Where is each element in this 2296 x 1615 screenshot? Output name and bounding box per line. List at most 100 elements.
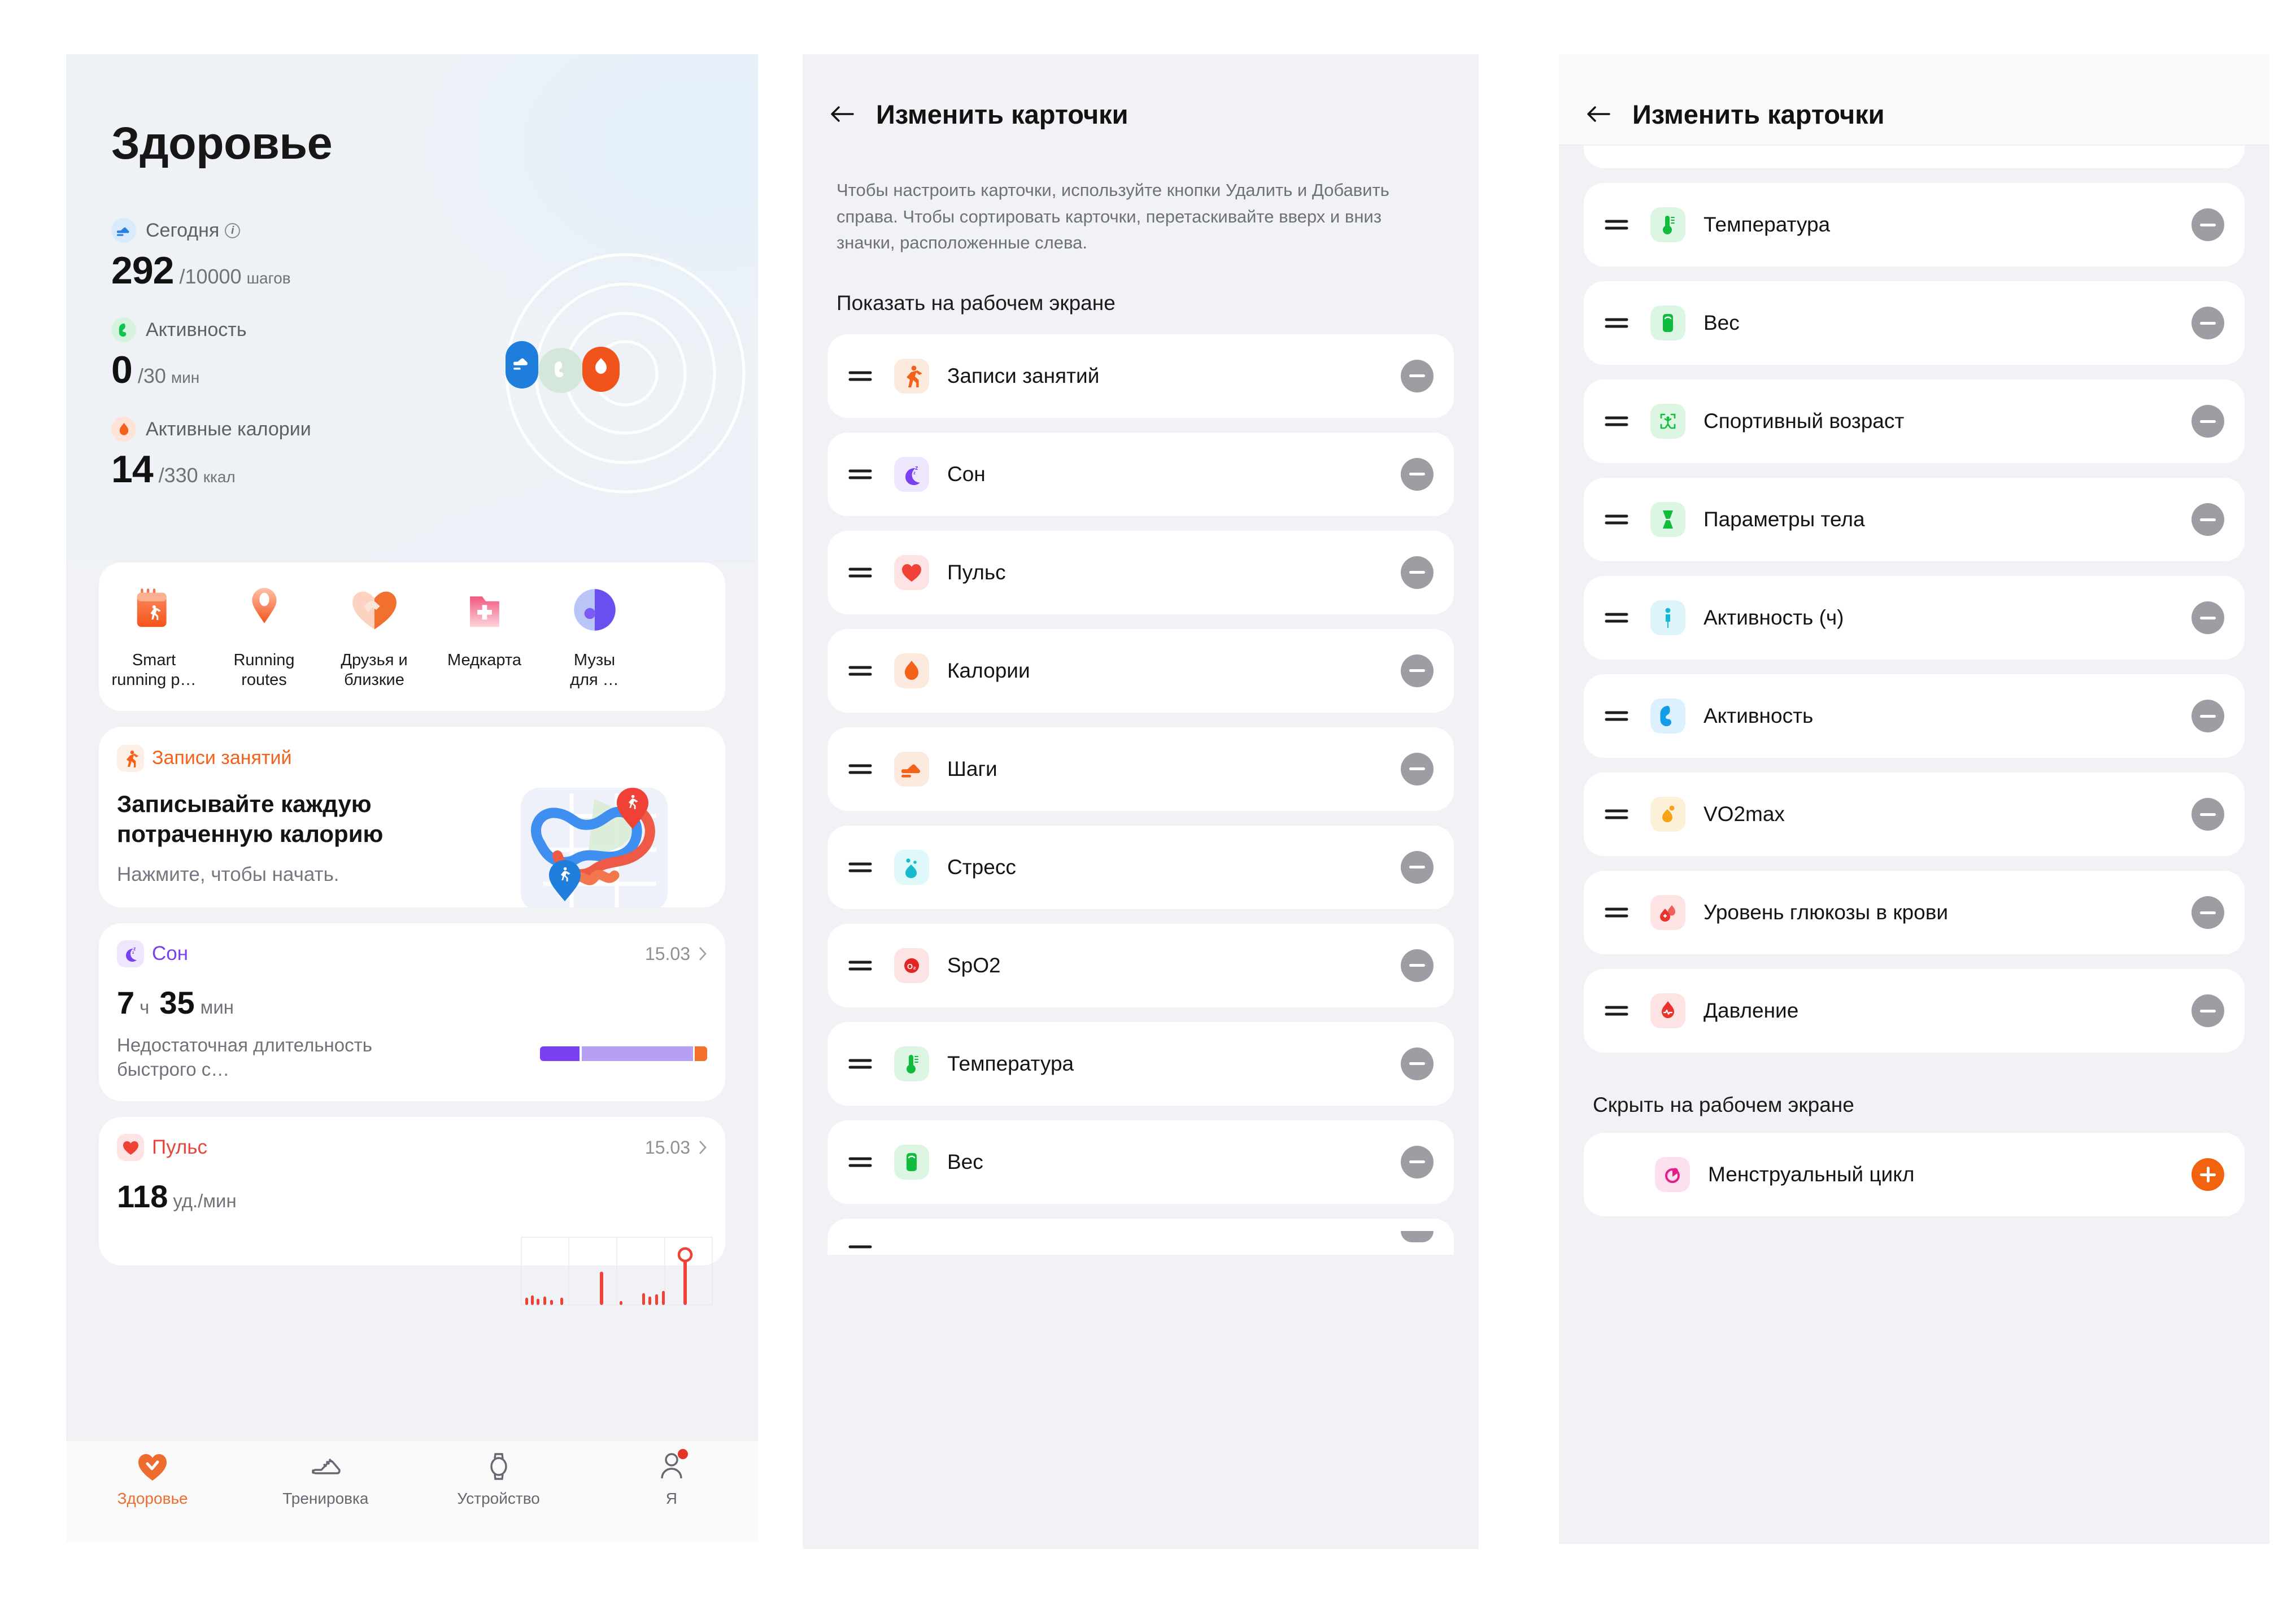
shortcut-music[interactable]: Музы для … (539, 579, 650, 691)
drag-handle-icon[interactable] (846, 1147, 875, 1177)
page-title: Изменить карточки (876, 99, 1129, 129)
drag-handle-icon[interactable] (846, 656, 875, 686)
nav-item-me[interactable]: Я (585, 1449, 758, 1508)
card-row-label: Активность (1704, 704, 1814, 727)
drag-handle-icon[interactable] (846, 558, 875, 587)
remove-card-button[interactable] (2192, 994, 2224, 1027)
nav-item-workout[interactable]: Тренировка (239, 1449, 412, 1508)
remove-card-button[interactable] (2192, 208, 2224, 241)
drag-handle-icon[interactable] (846, 460, 875, 489)
metric-unit-steps: шагов (246, 269, 291, 287)
drag-handle-icon[interactable] (846, 853, 875, 882)
card-row-menstrual-cycle[interactable]: Менструальный цикл (1584, 1133, 2245, 1216)
drag-handle-icon[interactable] (1602, 603, 1631, 632)
metric-unit-activity: мин (171, 369, 200, 386)
remove-card-button[interactable] (1401, 1047, 1434, 1080)
card-row-blood-glucose[interactable]: Уровень глюкозы в крови (1584, 871, 2245, 954)
remove-card-button[interactable] (2192, 896, 2224, 929)
metric-goal-activity: /30 (137, 364, 166, 387)
runner-icon (117, 744, 144, 772)
drag-handle-icon[interactable] (1602, 800, 1631, 829)
metric-activity[interactable]: Активность 0 /30 мин (111, 317, 311, 392)
card-row-label: Сон (947, 462, 986, 486)
edit-cards-header: Изменить карточки (1559, 54, 2269, 145)
card-row-partial-next[interactable] (827, 1218, 1454, 1255)
remove-card-button[interactable] (1401, 1230, 1434, 1242)
remove-card-button[interactable] (1401, 752, 1434, 785)
card-row-activity-hours[interactable]: Активность (ч) (1584, 576, 2245, 660)
remove-card-button[interactable] (1401, 850, 1434, 884)
back-arrow-icon[interactable] (827, 99, 857, 129)
remove-card-button[interactable] (1401, 949, 1434, 982)
drag-handle-icon[interactable] (1602, 505, 1631, 534)
card-row-sleep[interactable]: zz Сон (827, 432, 1454, 516)
drag-handle-icon[interactable] (1602, 210, 1631, 239)
drag-handle-icon[interactable] (1602, 996, 1631, 1025)
metric-calories[interactable]: Активные калории 14 /330 ккал (111, 417, 311, 491)
remove-card-button[interactable] (2192, 700, 2224, 732)
drag-handle-icon[interactable] (846, 951, 875, 980)
remove-card-button[interactable] (1401, 654, 1434, 687)
card-row-temperature[interactable]: Температура (1584, 183, 2245, 267)
chevron-right-icon[interactable] (698, 1140, 707, 1155)
remove-card-button[interactable] (1401, 1145, 1434, 1178)
remove-card-button[interactable] (1401, 457, 1434, 491)
shoe-outline-icon (308, 1449, 343, 1484)
card-row-stress[interactable]: Стресс (827, 825, 1454, 909)
sleep-hours: 7 (117, 985, 135, 1021)
card-row-spo2[interactable]: O₂ SpO2 (827, 923, 1454, 1007)
card-row-weight[interactable]: Вес (1584, 281, 2245, 365)
card-row-vo2max[interactable]: VO2max (1584, 772, 2245, 856)
drag-handle-icon[interactable] (1602, 308, 1631, 338)
card-row-sport-age[interactable]: Спортивный возраст (1584, 379, 2245, 463)
remove-card-button[interactable] (2192, 503, 2224, 536)
remove-card-button[interactable] (1401, 556, 1434, 589)
drag-handle-icon[interactable] (1602, 898, 1631, 927)
pulse-card[interactable]: Пульс 15.03 118 уд./мин (99, 1117, 725, 1306)
shortcut-label: Музы для … (570, 651, 619, 689)
drag-handle-icon[interactable] (1602, 407, 1631, 436)
drag-handle-icon[interactable] (846, 1049, 875, 1079)
remove-card-button[interactable] (1401, 359, 1434, 392)
vo2max-icon (1650, 797, 1685, 832)
card-row-workout-records[interactable]: Записи занятий (827, 334, 1454, 418)
card-row-label: Спортивный возраст (1704, 409, 1905, 433)
shortcut-medical-record[interactable]: Медкарта (429, 579, 539, 670)
drag-handle-icon[interactable] (846, 1222, 875, 1251)
back-arrow-icon[interactable] (1584, 99, 1613, 129)
shortcut-running-routes[interactable]: Running routes (209, 579, 319, 691)
cycle-icon (1655, 1157, 1690, 1192)
chevron-right-icon[interactable] (698, 946, 707, 962)
info-icon[interactable]: i (225, 222, 241, 238)
card-row-body-parameters[interactable]: Параметры тела (1584, 478, 2245, 561)
workout-records-promo-card[interactable]: Записи занятий Записывайте каждую потрач… (99, 726, 725, 908)
drag-handle-icon[interactable] (1602, 701, 1631, 731)
nav-item-health[interactable]: Здоровье (66, 1449, 239, 1508)
card-row-activity[interactable]: Активность (1584, 674, 2245, 758)
drag-handle-icon[interactable] (846, 754, 875, 784)
shortcut-smart-running-plan[interactable]: Smart running p… (99, 579, 209, 691)
remove-card-button[interactable] (2192, 601, 2224, 634)
drag-handle-icon[interactable] (846, 361, 875, 391)
card-row-label: Вес (1704, 311, 1740, 334)
card-row-temperature[interactable]: Температура (827, 1022, 1454, 1106)
metric-label-activity: Активность (146, 318, 247, 341)
remove-card-button[interactable] (2192, 798, 2224, 831)
card-row-steps[interactable]: Шаги (827, 727, 1454, 811)
card-row-calories[interactable]: Калории (827, 628, 1454, 713)
metric-steps[interactable]: Сегодня i 292 /10000 шагов (111, 218, 311, 293)
card-row-weight[interactable]: Вес (827, 1120, 1454, 1204)
card-row-blood-pressure[interactable]: Давление (1584, 969, 2245, 1053)
card-row-partial-previous[interactable] (1584, 146, 2245, 168)
remove-card-button[interactable] (2192, 405, 2224, 438)
nav-item-device[interactable]: Устройство (412, 1449, 585, 1508)
bottom-navigation: Здоровье Тренировка Устройство Я (66, 1441, 758, 1542)
card-row-label: Активность (ч) (1704, 606, 1844, 629)
remove-card-button[interactable] (2192, 307, 2224, 339)
promo-heading: Записывайте каждую потраченную калорию (117, 790, 384, 848)
sleep-card[interactable]: z z Сон 15.03 7 ч 35 мин Недостаточная д… (99, 923, 725, 1102)
card-row-pulse[interactable]: Пульс (827, 530, 1454, 614)
add-card-button[interactable] (2192, 1158, 2224, 1191)
shortcut-friends-family[interactable]: Друзья и близкие (319, 579, 429, 691)
section-title-show: Показать на рабочем экране (837, 291, 1116, 315)
